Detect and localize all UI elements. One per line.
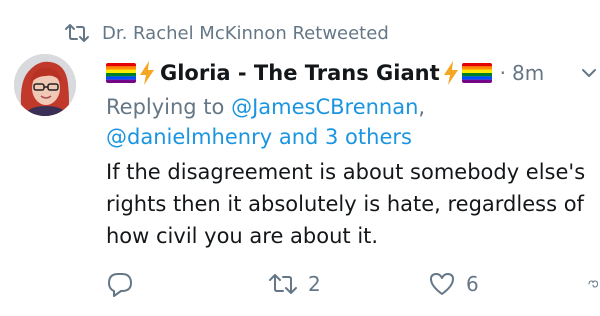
reply-prefix: Replying to bbox=[106, 95, 232, 119]
tweet-text-line: rights then it absolutely is hate, regar… bbox=[106, 192, 584, 216]
retweet-banner-text: Dr. Rachel McKinnon Retweeted bbox=[102, 22, 389, 44]
retweet-banner[interactable]: Dr. Rachel McKinnon Retweeted bbox=[64, 20, 389, 46]
heart-icon bbox=[430, 273, 454, 295]
retweet-icon bbox=[269, 274, 297, 294]
reply-mention-link[interactable]: @danielmhenry bbox=[106, 125, 272, 149]
tweet-text-line: how civil you are about it. bbox=[106, 224, 379, 248]
rainbow-flag-icon bbox=[106, 63, 136, 83]
reply-others-link[interactable]: 3 others bbox=[325, 125, 412, 149]
retweet-icon bbox=[65, 24, 89, 42]
tweet-text-line: If the disagreement is about somebody el… bbox=[106, 160, 586, 184]
timestamp[interactable]: 8m bbox=[512, 61, 544, 85]
tweet-header: Gloria - The Trans Giant · 8m bbox=[106, 56, 544, 90]
reply-and-text: and bbox=[272, 125, 326, 149]
separator-dot: · bbox=[499, 61, 507, 85]
reply-icon bbox=[108, 273, 132, 297]
reply-button[interactable] bbox=[106, 268, 144, 300]
replying-to: Replying to @JamesCBrennan, @danielmhenr… bbox=[106, 92, 598, 152]
lightning-icon bbox=[443, 61, 458, 85]
author-name[interactable]: Gloria - The Trans Giant bbox=[160, 61, 440, 85]
action-bar: 2 6 bbox=[106, 268, 600, 300]
retweet-button[interactable]: 2 bbox=[268, 268, 321, 300]
retweet-count: 2 bbox=[308, 272, 321, 296]
like-count: 6 bbox=[466, 272, 479, 296]
share-button[interactable] bbox=[586, 268, 600, 300]
avatar-image bbox=[14, 54, 76, 116]
avatar[interactable] bbox=[14, 54, 76, 116]
reply-comma: , bbox=[418, 95, 426, 119]
share-icon bbox=[588, 280, 599, 288]
chevron-down-icon[interactable] bbox=[580, 64, 598, 82]
tweet-text: If the disagreement is about somebody el… bbox=[106, 156, 598, 252]
rainbow-flag-icon bbox=[461, 63, 492, 83]
lightning-icon bbox=[140, 61, 154, 85]
reply-mention-link[interactable]: @JamesCBrennan bbox=[231, 95, 418, 119]
like-button[interactable]: 6 bbox=[428, 268, 479, 300]
